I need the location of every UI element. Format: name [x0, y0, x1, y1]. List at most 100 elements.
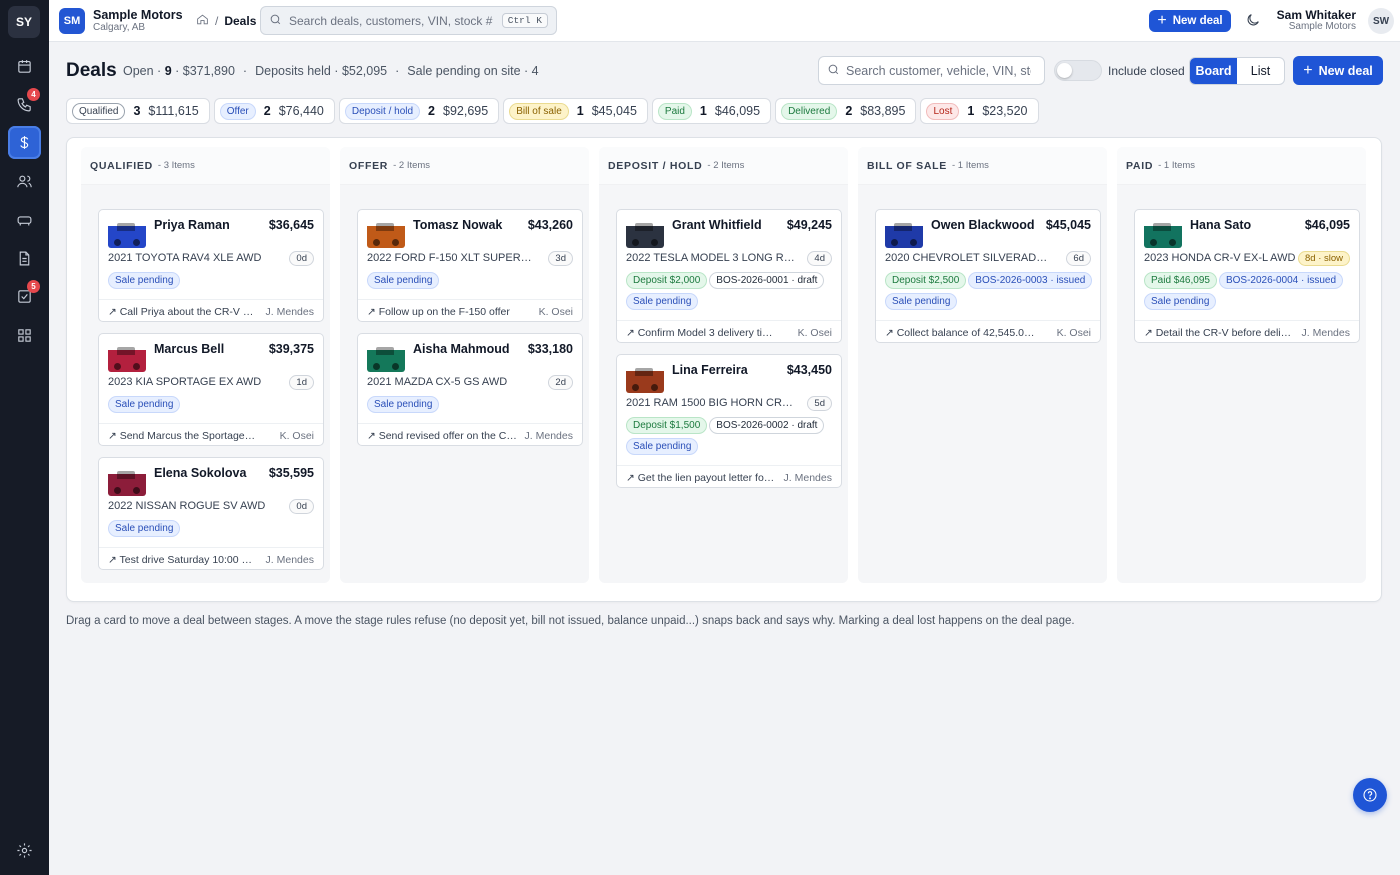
- deal-pills: Deposit $2,000 BOS-2026-0001 · draft Sale …: [626, 272, 838, 314]
- deal-pills: Deposit $2,500 BOS-2026-0003 · issued Sale…: [885, 272, 1097, 314]
- deal-card[interactable]: Hana Sato $46,095 2023 HONDA CR-V EX-L AWD…: [1134, 209, 1360, 343]
- phone-icon[interactable]: 4: [8, 88, 41, 121]
- view-list-button[interactable]: List: [1237, 58, 1284, 84]
- grid-icon[interactable]: [8, 319, 41, 352]
- stage-column-title: PAID: [1126, 159, 1154, 172]
- include-closed-toggle[interactable]: [1054, 60, 1102, 81]
- stage-chip[interactable]: Qualified 3 $111,615: [66, 98, 210, 124]
- vehicle-roof: [376, 347, 394, 355]
- notification-badge: 5: [27, 280, 40, 293]
- vehicle-roof: [635, 368, 653, 376]
- next-task[interactable]: ↗ Get the lien payout letter for t…: [626, 472, 776, 484]
- deal-status-pill: Deposit $2,500: [885, 272, 967, 289]
- sale-pending-count: Sale pending on site · 4: [407, 64, 539, 78]
- deal-card[interactable]: Aisha Mahmoud $33,180 2021 MAZDA CX-5 GS A…: [357, 333, 583, 446]
- deal-pills: Sale pending: [367, 396, 579, 417]
- stage-chip[interactable]: Delivered 2 $83,895: [775, 98, 917, 124]
- plus-icon: +: [1303, 61, 1313, 79]
- stage-chip-label: Bill of sale: [509, 102, 569, 120]
- vehicle-roof: [376, 223, 394, 231]
- deal-card[interactable]: Tomasz Nowak $43,260 2022 FORD F-150 XLT S…: [357, 209, 583, 322]
- deal-age-badge: 0d: [289, 251, 314, 266]
- next-task[interactable]: ↗ Call Priya about the CR-V co…: [108, 306, 258, 318]
- card-divider: [358, 299, 582, 300]
- breadcrumb-current: Deals: [224, 14, 257, 28]
- breadcrumb-separator: /: [215, 14, 219, 28]
- deal-status-pill: Sale pending: [108, 272, 181, 289]
- stage-chip[interactable]: Bill of sale 1 $45,045: [503, 98, 648, 124]
- stage-chip-amount: $83,895: [860, 104, 906, 118]
- deal-card[interactable]: Grant Whitfield $49,245 2022 TESLA MODEL 3…: [616, 209, 842, 343]
- question-icon[interactable]: [1353, 778, 1387, 812]
- moon-icon[interactable]: [1245, 12, 1263, 30]
- next-task[interactable]: ↗ Send revised offer on the CX-5: [367, 430, 517, 442]
- stage-chip[interactable]: Offer 2 $76,440: [213, 98, 335, 124]
- deal-status-pill: BOS-2026-0003 · issued: [968, 272, 1093, 289]
- stage-column-count: - 2 Items: [707, 160, 745, 171]
- summary-separator: ·: [242, 64, 248, 78]
- vehicle-description: 2021 RAM 1500 BIG HORN CREW CAB: [626, 397, 796, 409]
- new-deal-button[interactable]: + New deal: [1293, 56, 1383, 85]
- deal-card[interactable]: Lina Ferreira $43,450 2021 RAM 1500 BIG HO…: [616, 354, 842, 488]
- deal-pills: Sale pending: [108, 396, 320, 417]
- org-avatar[interactable]: SM: [59, 8, 85, 34]
- vehicle-roof: [117, 471, 135, 479]
- stage-column-header: BILL OF SALE - 1 Items: [858, 147, 1107, 185]
- stage-chip[interactable]: Lost 1 $23,520: [920, 98, 1039, 124]
- deal-status-pill: Deposit $2,000: [626, 272, 708, 289]
- next-task[interactable]: ↗ Test drive Saturday 10:00 — …: [108, 554, 258, 566]
- vehicle-thumbnail: [626, 218, 664, 248]
- vehicle-thumbnail: [108, 466, 146, 496]
- user-name[interactable]: Sam Whitaker: [1277, 8, 1356, 22]
- vehicle-description: 2022 NISSAN ROGUE SV AWD: [108, 500, 266, 512]
- deal-card[interactable]: Owen Blackwood $45,045 2020 CHEVROLET SILV…: [875, 209, 1101, 343]
- kanban-board: QUALIFIED - 3 Items Priya Raman $36,645 2021…: [66, 137, 1382, 602]
- view-board-button[interactable]: Board: [1190, 58, 1237, 84]
- deal-status-pill: Sale pending: [108, 396, 181, 413]
- org-name[interactable]: Sample Motors: [93, 8, 183, 22]
- next-task[interactable]: ↗ Follow up on the F-150 offer: [367, 306, 517, 318]
- user-avatar[interactable]: SW: [1368, 8, 1394, 34]
- card-divider: [1135, 320, 1359, 321]
- stage-chip-count: 3: [133, 104, 141, 118]
- deal-card[interactable]: Marcus Bell $39,375 2023 KIA SPORTAGE EX A…: [98, 333, 324, 446]
- gear-icon[interactable]: [8, 834, 41, 867]
- next-task[interactable]: ↗ Confirm Model 3 delivery time w…: [626, 327, 776, 339]
- stage-chip-count: 1: [967, 104, 975, 118]
- deal-owner: J. Mendes: [783, 472, 832, 484]
- vehicle-wheel: [651, 384, 658, 391]
- deal-status-pill: Sale pending: [1144, 293, 1217, 310]
- workspace-logo[interactable]: SY: [8, 6, 40, 38]
- stage-column-title: QUALIFIED: [90, 159, 153, 172]
- vehicle-thumbnail: [367, 342, 405, 372]
- stage-chip[interactable]: Paid 1 $46,095: [651, 98, 772, 124]
- vehicle-wheel: [133, 239, 140, 246]
- deal-card[interactable]: Priya Raman $36,645 2021 TOYOTA RAV4 XLE A…: [98, 209, 324, 322]
- checklist-icon[interactable]: 5: [8, 280, 41, 313]
- vehicle-wheel: [114, 487, 121, 494]
- board-search[interactable]: [818, 56, 1045, 85]
- vehicle-thumbnail: [108, 218, 146, 248]
- deal-card[interactable]: Elena Sokolova $35,595 2022 NISSAN ROGUE S…: [98, 457, 324, 570]
- vehicle-wheel: [373, 363, 380, 370]
- top-new-deal-button[interactable]: + New deal: [1149, 10, 1231, 32]
- global-search[interactable]: Ctrl K: [260, 6, 557, 35]
- home-icon[interactable]: [196, 13, 209, 29]
- document-icon[interactable]: [8, 242, 41, 275]
- dollar-icon[interactable]: [8, 126, 41, 159]
- board-search-input[interactable]: [846, 63, 1031, 78]
- calendar-icon[interactable]: [8, 50, 41, 83]
- deal-age-badge: 6d: [1066, 251, 1091, 266]
- car-icon[interactable]: [8, 204, 41, 237]
- stage-chip-amount: $111,615: [148, 104, 199, 118]
- global-search-input[interactable]: [289, 13, 495, 28]
- users-icon[interactable]: [8, 165, 41, 198]
- deal-price: $45,045: [1045, 218, 1091, 232]
- next-task[interactable]: ↗ Collect balance of 42,545.00 on …: [885, 327, 1035, 339]
- stage-chip[interactable]: Deposit / hold 2 $92,695: [338, 98, 500, 124]
- next-task[interactable]: ↗ Detail the CR-V before delivery: [1144, 327, 1294, 339]
- vehicle-thumbnail: [367, 218, 405, 248]
- next-task[interactable]: ↗ Send Marcus the Sportage wind…: [108, 430, 258, 442]
- open-label: Open ·: [123, 64, 162, 78]
- vehicle-description: 2021 MAZDA CX-5 GS AWD: [367, 376, 508, 388]
